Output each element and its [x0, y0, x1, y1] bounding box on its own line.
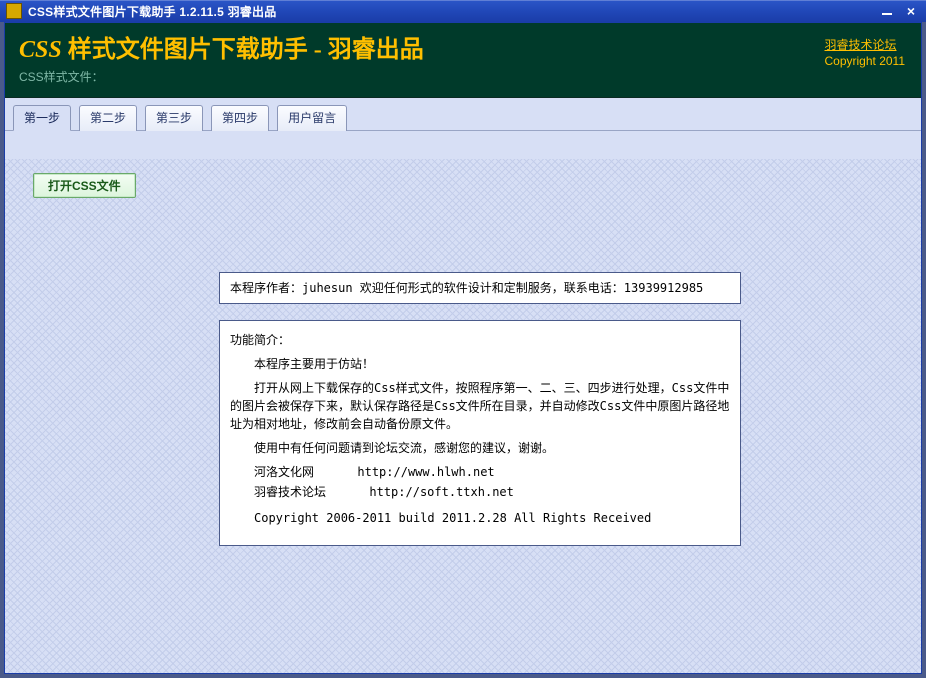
header-copyright: Copyright 2011 — [825, 53, 906, 69]
header-panel: CSS 样式文件图片下载助手 - 羽睿出品 CSS样式文件： 羽睿技术论坛 Co… — [5, 23, 921, 98]
minimize-button[interactable] — [876, 2, 898, 20]
client-area: CSS 样式文件图片下载助手 - 羽睿出品 CSS样式文件： 羽睿技术论坛 Co… — [4, 22, 922, 674]
intro-heading: 功能简介： — [230, 331, 730, 349]
tab-step-1[interactable]: 第一步 — [13, 105, 71, 131]
author-line: 本程序作者：juhesun 欢迎任何形式的软件设计和定制服务，联系电话：1393… — [230, 281, 703, 295]
css-file-label: CSS样式文件： — [19, 68, 907, 85]
link-row-2: 羽睿技术论坛 http://soft.ttxh.net — [230, 483, 730, 501]
link2-label: 羽睿技术论坛 — [254, 485, 326, 499]
tab-step-4[interactable]: 第四步 — [211, 105, 269, 131]
link1-label: 河洛文化网 — [254, 465, 314, 479]
app-icon — [6, 3, 22, 19]
link-row-1: 河洛文化网 http://www.hlwh.net — [230, 463, 730, 481]
tab-user-comments[interactable]: 用户留言 — [277, 105, 347, 131]
intro-p2: 打开从网上下载保存的Css样式文件，按照程序第一、二、三、四步进行处理，Css文… — [230, 379, 730, 433]
intro-panel: 功能简介： 本程序主要用于仿站！ 打开从网上下载保存的Css样式文件，按照程序第… — [219, 320, 741, 546]
app-title: CSS 样式文件图片下载助手 - 羽睿出品 — [19, 29, 907, 64]
link2-url[interactable]: http://soft.ttxh.net — [369, 485, 514, 499]
app-title-rest: 样式文件图片下载助手 - 羽睿出品 — [68, 29, 424, 64]
intro-p3: 使用中有任何问题请到论坛交流，感谢您的建议，谢谢。 — [230, 439, 730, 457]
titlebar: CSS样式文件图片下载助手 1.2.11.5 羽睿出品 × — [0, 0, 926, 22]
app-title-prefix: CSS — [19, 37, 62, 64]
intro-p1: 本程序主要用于仿站！ — [230, 355, 730, 373]
intro-copy: Copyright 2006-2011 build 2011.2.28 All … — [230, 509, 730, 527]
header-corner: 羽睿技术论坛 Copyright 2011 — [825, 37, 906, 69]
tab-step-3[interactable]: 第三步 — [145, 105, 203, 131]
link1-url[interactable]: http://www.hlwh.net — [357, 465, 494, 479]
content-area: 打开CSS文件 本程序作者：juhesun 欢迎任何形式的软件设计和定制服务，联… — [5, 159, 921, 673]
open-css-button[interactable]: 打开CSS文件 — [33, 173, 136, 198]
close-button[interactable]: × — [900, 2, 922, 20]
author-panel: 本程序作者：juhesun 欢迎任何形式的软件设计和定制服务，联系电话：1393… — [219, 272, 741, 304]
tab-step-2[interactable]: 第二步 — [79, 105, 137, 131]
window-title: CSS样式文件图片下载助手 1.2.11.5 羽睿出品 — [28, 3, 277, 20]
forum-link[interactable]: 羽睿技术论坛 — [825, 37, 906, 53]
tab-row: 第一步 第二步 第三步 第四步 用户留言 — [5, 98, 921, 131]
